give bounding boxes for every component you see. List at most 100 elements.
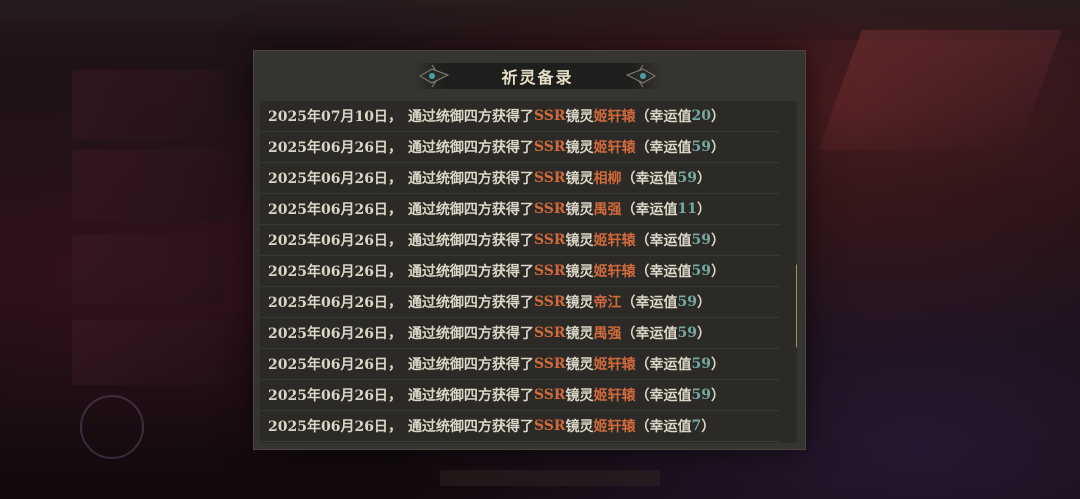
record-type: 镜灵	[565, 109, 594, 125]
record-luck-value: 59	[677, 294, 697, 310]
record-rarity: SSR	[533, 201, 566, 217]
ornament-icon	[625, 64, 656, 88]
record-date: 2025年06月26日	[268, 295, 388, 311]
record-date: 2025年07月10日	[268, 109, 388, 125]
record-separator: ，	[387, 171, 402, 187]
record-date: 2025年06月26日	[268, 357, 388, 373]
record-luck-label: （幸运值	[635, 264, 692, 280]
record-luck-value: 59	[691, 263, 711, 279]
record-row: 2025年06月26日， 通过统御四方获得了 SSR 镜灵 姬轩辕 （幸运值 59）	[260, 256, 780, 287]
record-luck-value: 59	[677, 170, 697, 186]
record-separator: ，	[387, 109, 402, 125]
record-spirit-name: 姬轩辕	[593, 419, 636, 435]
record-row: 2025年06月26日， 通过统御四方获得了 SSR 镜灵 姬轩辕 （幸运值 7）	[260, 411, 780, 442]
record-luck-close: ）	[710, 109, 725, 125]
record-luck-close: ）	[710, 140, 725, 156]
record-date: 2025年06月26日	[268, 171, 388, 187]
background-card	[72, 150, 224, 220]
record-spirit-name: 姬轩辕	[593, 109, 636, 125]
record-luck-close: ）	[710, 264, 725, 280]
record-separator: ，	[387, 202, 402, 218]
record-separator: ，	[387, 326, 402, 342]
record-action: 通过统御四方获得了	[407, 357, 534, 373]
record-luck-label: （幸运值	[635, 357, 692, 373]
record-rarity: SSR	[533, 263, 566, 279]
record-spirit-name: 禺强	[593, 202, 622, 218]
record-rarity: SSR	[533, 139, 566, 155]
record-row: 2025年06月26日， 通过统御四方获得了 SSR 镜灵 相柳 （幸运值 59）	[260, 163, 780, 194]
record-luck-label: （幸运值	[635, 109, 692, 125]
record-action: 通过统御四方获得了	[407, 388, 534, 404]
record-rarity: SSR	[533, 418, 566, 434]
record-action: 通过统御四方获得了	[407, 202, 534, 218]
record-date: 2025年06月26日	[268, 202, 388, 218]
record-type: 镜灵	[565, 295, 594, 311]
record-luck-label: （幸运值	[635, 233, 692, 249]
background-card	[72, 320, 224, 385]
record-luck-close: ）	[710, 388, 725, 404]
background-bottom-bar	[440, 470, 660, 486]
record-spirit-name: 姬轩辕	[593, 264, 636, 280]
record-separator: ，	[387, 419, 402, 435]
record-date: 2025年06月26日	[268, 326, 388, 342]
record-type: 镜灵	[565, 202, 594, 218]
record-separator: ，	[387, 295, 402, 311]
record-action: 通过统御四方获得了	[407, 264, 534, 280]
scrollbar-thumb[interactable]	[796, 264, 797, 348]
record-luck-close: ）	[710, 233, 725, 249]
record-type: 镜灵	[565, 233, 594, 249]
record-luck-value: 59	[691, 387, 711, 403]
record-luck-label: （幸运值	[621, 202, 678, 218]
record-rarity: SSR	[533, 325, 566, 341]
summon-record-dialog: 祈灵备录 2025年07月10日，通过统御四方获得了 SSR 镜灵 姬轩辕 （幸运值 20…	[253, 50, 806, 450]
record-luck-label: （幸运值	[635, 140, 692, 156]
record-action: 通过统御四方获得了	[407, 140, 534, 156]
record-date: 2025年06月26日	[268, 388, 388, 404]
record-luck-label: （幸运值	[621, 171, 678, 187]
record-row: 2025年07月10日， 通过统御四方获得了 SSR 镜灵 姬轩辕 （幸运值 20）	[260, 101, 780, 132]
record-type: 镜灵	[565, 357, 594, 373]
record-row: 2025年06月26日， 通过统御四方获得了 SSR 镜灵 姬轩辕 （幸运值 59）	[260, 225, 780, 256]
record-rarity: SSR	[533, 356, 566, 372]
record-date: 2025年06月26日	[268, 140, 388, 156]
record-luck-label: （幸运值	[621, 326, 678, 342]
background-card	[72, 70, 224, 140]
record-luck-value: 11	[677, 201, 697, 217]
record-rarity: SSR	[533, 294, 566, 310]
record-luck-value: 59	[691, 356, 711, 372]
record-rarity: SSR	[533, 108, 566, 124]
record-luck-close: ）	[696, 202, 711, 218]
background-card	[72, 235, 224, 305]
record-luck-label: （幸运值	[635, 388, 692, 404]
record-separator: ，	[387, 140, 402, 156]
record-rarity: SSR	[533, 387, 566, 403]
dialog-title: 祈灵备录	[501, 68, 574, 87]
record-row: 2025年06月26日， 通过统御四方获得了 SSR 镜灵 帝江 （幸运值 59）	[260, 287, 780, 318]
record-row: 2025年06月26日， 通过统御四方获得了 SSR 镜灵 禺强 （幸运值 59）	[260, 318, 780, 349]
record-spirit-name: 姬轩辕	[593, 140, 636, 156]
record-action: 通过统御四方获得了	[407, 171, 534, 187]
record-type: 镜灵	[565, 419, 594, 435]
record-action: 通过统御四方获得了	[407, 326, 534, 342]
record-luck-label: （幸运值	[635, 419, 692, 435]
record-rarity: SSR	[533, 170, 566, 186]
record-separator: ，	[387, 357, 402, 373]
record-luck-value: 59	[677, 325, 697, 341]
record-row: 2025年06月26日， 通过统御四方获得了 SSR 镜灵 姬轩辕 （幸运值 59）	[260, 380, 780, 411]
record-row: 2025年06月26日， 通过统御四方获得了 SSR 镜灵 姬轩辕 （幸运值 59）	[260, 132, 780, 163]
record-type: 镜灵	[565, 140, 594, 156]
record-list[interactable]: 2025年07月10日，通过统御四方获得了 SSR 镜灵 姬轩辕 （幸运值 20） 2025…	[260, 101, 797, 443]
record-type: 镜灵	[565, 326, 594, 342]
background-emblem	[80, 395, 144, 459]
record-luck-value: 20	[691, 108, 711, 124]
record-rarity: SSR	[533, 232, 566, 248]
record-spirit-name: 帝江	[593, 295, 622, 311]
record-separator: ，	[387, 264, 402, 280]
ornament-icon	[419, 64, 450, 88]
record-type: 镜灵	[565, 171, 594, 187]
record-spirit-name: 姬轩辕	[593, 357, 636, 373]
record-luck-value: 59	[691, 232, 711, 248]
record-action: 通过统御四方获得了	[407, 295, 534, 311]
record-date: 2025年06月26日	[268, 233, 388, 249]
record-rows: 2025年07月10日，通过统御四方获得了 SSR 镜灵 姬轩辕 （幸运值 20） 2025…	[260, 101, 780, 442]
